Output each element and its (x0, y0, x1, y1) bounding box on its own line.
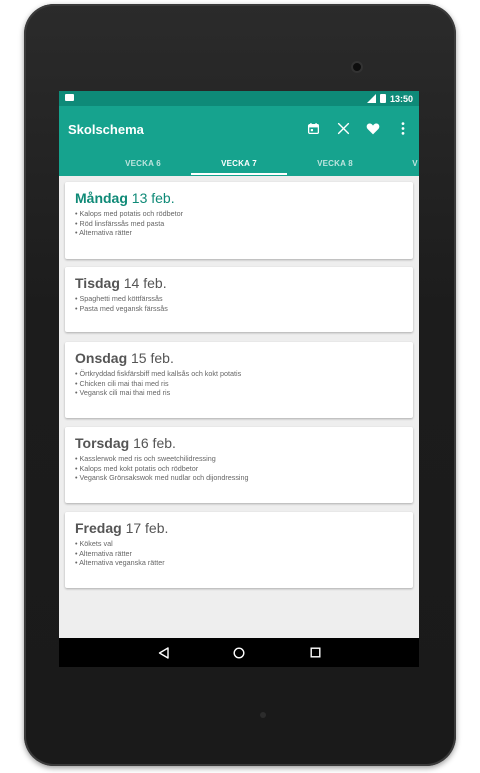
favorite-button[interactable] (365, 120, 381, 136)
status-time: 13:50 (389, 93, 413, 104)
app-toolbar: Skolschema VECKA 6 VECKA 7 VECKA 8 V (59, 106, 419, 176)
day-date: 13 feb. (131, 190, 175, 206)
day-card-tuesday[interactable]: Tisdag 14 feb. • Spaghetti med köttfärss… (65, 267, 413, 332)
meal-item: • Spaghetti med köttfärssås (75, 294, 163, 303)
day-list: Måndag 13 feb. • Kalops med potatis och … (59, 176, 419, 667)
day-date: 14 feb. (123, 275, 167, 291)
system-nav-bar (59, 638, 419, 667)
meal-item: • Kalops med kokt potatis och rödbetor (75, 463, 199, 473)
battery-icon (379, 94, 386, 103)
day-card-friday[interactable]: Fredag 17 feb. • Kökets val • Alternativ… (65, 512, 413, 588)
meal-item: • Alternativa rätter (75, 548, 132, 558)
recents-button[interactable] (305, 643, 325, 663)
home-circle-icon (233, 646, 245, 659)
meal-item: • Alternativa veganska rätter (75, 558, 165, 568)
heart-icon (366, 122, 380, 134)
back-button[interactable] (153, 643, 173, 663)
meal-item: • Kalops med potatis och rödbetor (75, 209, 183, 218)
overflow-menu-button[interactable] (395, 120, 411, 136)
day-card-monday[interactable]: Måndag 13 feb. • Kalops med potatis och … (65, 182, 413, 259)
day-name: Måndag (75, 190, 128, 206)
app-title: Skolschema (68, 122, 144, 137)
calendar-button[interactable] (305, 120, 321, 136)
meal-item: • Vegansk cili mai thai med ris (75, 388, 171, 398)
menu-button[interactable] (335, 120, 351, 136)
day-heading: Onsdag 15 feb. (75, 350, 403, 366)
meal-item: • Pasta med vegansk färssås (75, 303, 168, 313)
day-date: 15 feb. (131, 350, 174, 366)
meal-item: • Vegansk Grönsakswok med nudlar och dij… (75, 473, 249, 483)
back-triangle-icon (158, 646, 169, 659)
day-heading: Fredag 17 feb. (75, 520, 403, 536)
tab-week-9[interactable]: V (367, 159, 419, 168)
meal-item: • Chicken cili mai thai med ris (75, 378, 169, 388)
meal-item: • Örtkryddad fiskfärsbiff med kallsås oc… (75, 369, 242, 378)
day-name: Tisdag (75, 275, 120, 291)
more-vert-icon (401, 121, 405, 135)
day-name: Onsdag (75, 350, 128, 366)
home-button[interactable] (229, 643, 249, 663)
day-card-wednesday[interactable]: Onsdag 15 feb. • Örtkryddad fiskfärsbiff… (65, 342, 413, 418)
front-camera (351, 61, 363, 73)
signal-icon (366, 94, 376, 103)
tab-week-5[interactable]: 5 (59, 159, 71, 168)
cutlery-icon (337, 122, 349, 134)
day-heading: Torsdag 16 feb. (75, 435, 403, 451)
day-card-thursday[interactable]: Torsdag 16 feb. • Kasslerwok med ris och… (65, 427, 413, 503)
day-heading: Måndag 13 feb. (75, 190, 403, 206)
meal-item: • Alternativa rätter (75, 228, 132, 238)
day-heading: Tisdag 14 feb. (75, 275, 403, 291)
tab-week-7[interactable]: VECKA 7 (191, 159, 287, 168)
day-name: Fredag (75, 520, 122, 536)
meal-item: • Kasslerwok med ris och sweetchilidress… (75, 454, 216, 463)
meal-item: • Kökets val (75, 539, 113, 548)
day-date: 17 feb. (125, 520, 169, 536)
calendar-icon (307, 122, 319, 134)
recents-square-icon (310, 647, 321, 658)
sensor-dot (260, 712, 266, 718)
screen: 13:50 Skolschema VECKA 6 VECKA 7 VECKA 8… (59, 91, 419, 667)
tab-indicator (191, 173, 287, 175)
status-bar: 13:50 (59, 91, 419, 106)
day-date: 16 feb. (133, 435, 176, 451)
android-notification-icon (65, 94, 74, 101)
meal-item: • Röd linsfärssås med pasta (75, 218, 165, 228)
week-tabs: 5 VECKA 6 VECKA 7 VECKA 8 V (59, 154, 419, 176)
tab-week-6[interactable]: VECKA 6 (95, 159, 191, 168)
day-name: Torsdag (75, 435, 130, 451)
